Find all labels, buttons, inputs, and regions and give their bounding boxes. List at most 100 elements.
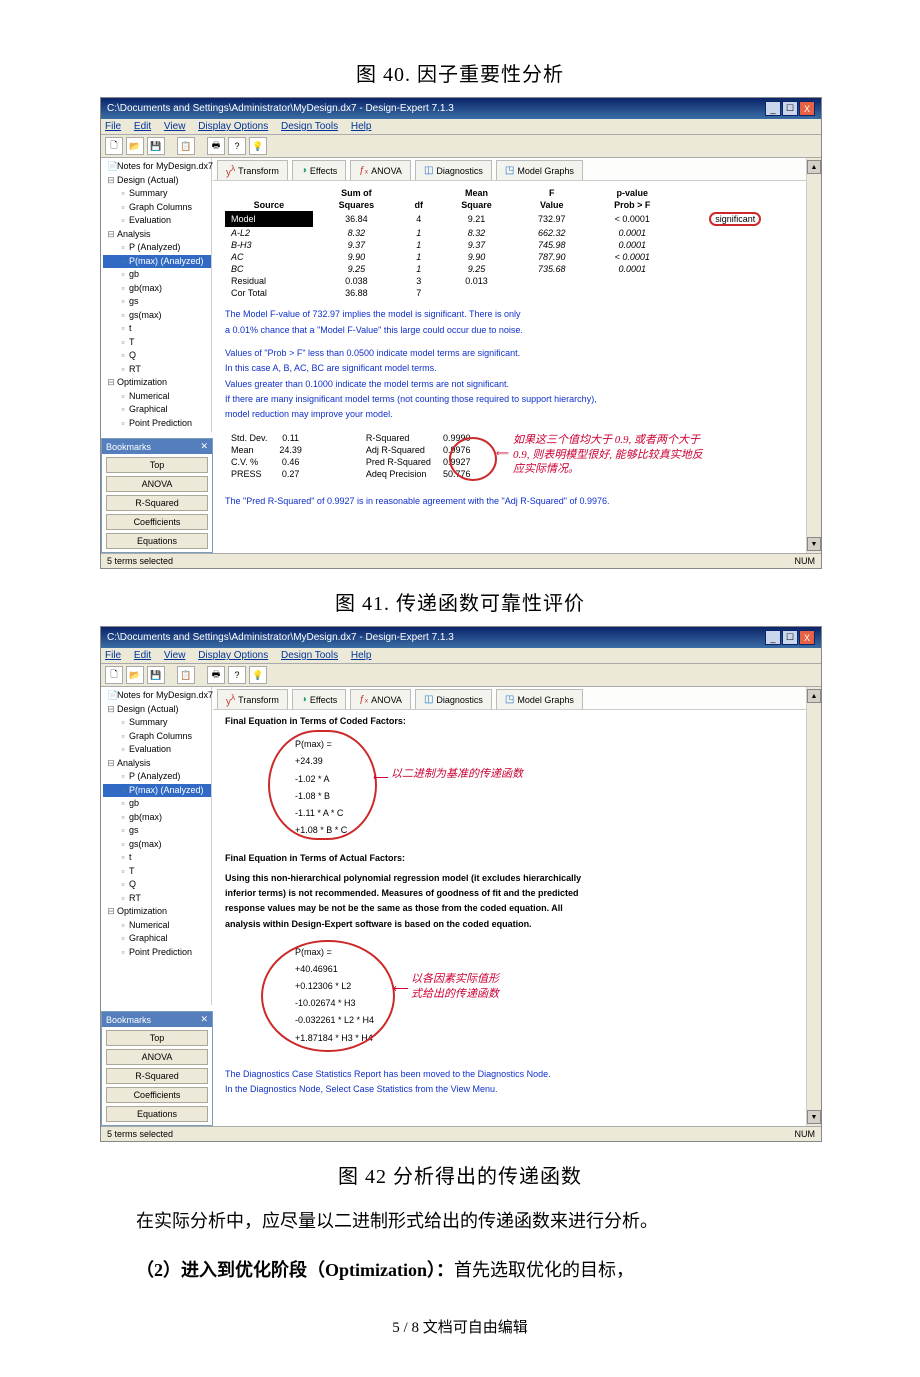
bookmark-anova[interactable]: ANOVA	[106, 476, 208, 492]
bookmark-coefficients-2[interactable]: Coefficients	[106, 1087, 208, 1103]
tree-analysis-2[interactable]: ⊟Analysis	[103, 757, 211, 771]
tree-gs-2[interactable]: ▫gs	[103, 824, 211, 838]
scroll-up-icon-2[interactable]: ▲	[807, 689, 821, 703]
tree-Q[interactable]: ▫Q	[103, 349, 211, 363]
tree-pmax-analyzed-2[interactable]: ▫P(max) (Analyzed)	[103, 784, 211, 798]
menu-help-2[interactable]: Help	[351, 650, 372, 661]
tree-design-2[interactable]: ⊟Design (Actual)	[103, 703, 211, 717]
tree-summary-2[interactable]: ▫Summary	[103, 716, 211, 730]
tree-numerical[interactable]: ▫Numerical	[103, 390, 211, 404]
tree-design[interactable]: ⊟Design (Actual)	[103, 174, 211, 188]
menu-design-tools[interactable]: Design Tools	[281, 121, 338, 132]
tab-transform-2[interactable]: yλTransform	[217, 689, 288, 709]
menu-file-2[interactable]: File	[105, 650, 121, 661]
bookmark-rsquared[interactable]: R-Squared	[106, 495, 208, 511]
tree-t-2[interactable]: ▫t	[103, 851, 211, 865]
menu-file[interactable]: File	[105, 121, 121, 132]
toolbar-copy-icon[interactable]: 📋	[177, 137, 195, 155]
minimize-button-2[interactable]: _	[765, 630, 781, 645]
toolbar-print-icon[interactable]: 🖶	[207, 137, 225, 155]
bookmark-anova-2[interactable]: ANOVA	[106, 1049, 208, 1065]
tree-gbmax[interactable]: ▫gb(max)	[103, 282, 211, 296]
toolbar-help-icon[interactable]: ?	[228, 137, 246, 155]
scroll-down-icon-2[interactable]: ▼	[807, 1110, 821, 1124]
bookmark-equations-2[interactable]: Equations	[106, 1106, 208, 1122]
tree-evaluation-2[interactable]: ▫Evaluation	[103, 743, 211, 757]
tree-evaluation[interactable]: ▫Evaluation	[103, 214, 211, 228]
tree-optimization-2[interactable]: ⊟Optimization	[103, 905, 211, 919]
tab-anova-2[interactable]: ƒₓANOVA	[350, 689, 411, 709]
tree-graphcols-2[interactable]: ▫Graph Columns	[103, 730, 211, 744]
toolbar-info-icon-2[interactable]: 💡	[249, 666, 267, 684]
tree-RT-2[interactable]: ▫RT	[103, 892, 211, 906]
tree-gb[interactable]: ▫gb	[103, 268, 211, 282]
tree-t[interactable]: ▫t	[103, 322, 211, 336]
tab-effects-2[interactable]: ◑Effects	[292, 689, 346, 709]
tree-pmax-analyzed[interactable]: ▫P(max) (Analyzed)	[103, 255, 211, 269]
tree-gb-2[interactable]: ▫gb	[103, 797, 211, 811]
scrollbar[interactable]: ▲ ▼	[806, 158, 821, 553]
scroll-up-icon[interactable]: ▲	[807, 160, 821, 174]
bookmark-top-2[interactable]: Top	[106, 1030, 208, 1046]
toolbar-print-icon-2[interactable]: 🖶	[207, 666, 225, 684]
tree-T-2[interactable]: ▫T	[103, 865, 211, 879]
tree-RT[interactable]: ▫RT	[103, 363, 211, 377]
toolbar-open-icon[interactable]: 📂	[126, 137, 144, 155]
menu-edit[interactable]: Edit	[134, 121, 151, 132]
toolbar-new-icon[interactable]: 🗋	[105, 137, 123, 155]
close-button[interactable]: X	[799, 101, 815, 116]
tree-Q-2[interactable]: ▫Q	[103, 878, 211, 892]
tab-effects[interactable]: ◑Effects	[292, 160, 346, 180]
maximize-button[interactable]: ☐	[782, 101, 798, 116]
maximize-button-2[interactable]: ☐	[782, 630, 798, 645]
tree-optimization[interactable]: ⊟Optimization	[103, 376, 211, 390]
bookmark-rsquared-2[interactable]: R-Squared	[106, 1068, 208, 1084]
menu-view[interactable]: View	[164, 121, 186, 132]
menu-design-tools-2[interactable]: Design Tools	[281, 650, 338, 661]
tree-gbmax-2[interactable]: ▫gb(max)	[103, 811, 211, 825]
toolbar-new-icon-2[interactable]: 🗋	[105, 666, 123, 684]
tree-analysis[interactable]: ⊟Analysis	[103, 228, 211, 242]
tree-gsmax-2[interactable]: ▫gs(max)	[103, 838, 211, 852]
menu-display-options-2[interactable]: Display Options	[198, 650, 268, 661]
toolbar-copy-icon-2[interactable]: 📋	[177, 666, 195, 684]
tree-graphcols[interactable]: ▫Graph Columns	[103, 201, 211, 215]
bookmark-top[interactable]: Top	[106, 457, 208, 473]
scrollbar-2[interactable]: ▲ ▼	[806, 687, 821, 1126]
tree-graphical-2[interactable]: ▫Graphical	[103, 932, 211, 946]
close-button-2[interactable]: X	[799, 630, 815, 645]
tree-notes-2[interactable]: 📄Notes for MyDesign.dx7	[103, 689, 211, 703]
tree-p-analyzed[interactable]: ▫P (Analyzed)	[103, 241, 211, 255]
tab-anova[interactable]: ƒₓANOVA	[350, 160, 411, 180]
menu-view-2[interactable]: View	[164, 650, 186, 661]
toolbar-help-icon-2[interactable]: ?	[228, 666, 246, 684]
bookmarks-close-icon-2[interactable]: ✕	[200, 1014, 208, 1025]
minimize-button[interactable]: _	[765, 101, 781, 116]
toolbar-save-icon-2[interactable]: 💾	[147, 666, 165, 684]
tree-gs[interactable]: ▫gs	[103, 295, 211, 309]
tree-gsmax[interactable]: ▫gs(max)	[103, 309, 211, 323]
tree-numerical-2[interactable]: ▫Numerical	[103, 919, 211, 933]
tab-diagnostics[interactable]: ◫Diagnostics	[415, 160, 492, 180]
tree-T[interactable]: ▫T	[103, 336, 211, 350]
tab-diagnostics-2[interactable]: ◫Diagnostics	[415, 689, 492, 709]
tree-summary[interactable]: ▫Summary	[103, 187, 211, 201]
toolbar-save-icon[interactable]: 💾	[147, 137, 165, 155]
menu-display-options[interactable]: Display Options	[198, 121, 268, 132]
menu-help[interactable]: Help	[351, 121, 372, 132]
tab-modelgraphs[interactable]: ◳Model Graphs	[496, 160, 583, 180]
menu-edit-2[interactable]: Edit	[134, 650, 151, 661]
tab-modelgraphs-2[interactable]: ◳Model Graphs	[496, 689, 583, 709]
bookmark-equations[interactable]: Equations	[106, 533, 208, 549]
bookmark-coefficients[interactable]: Coefficients	[106, 514, 208, 530]
scroll-down-icon[interactable]: ▼	[807, 537, 821, 551]
toolbar-info-icon[interactable]: 💡	[249, 137, 267, 155]
toolbar-open-icon-2[interactable]: 📂	[126, 666, 144, 684]
tree-graphical[interactable]: ▫Graphical	[103, 403, 211, 417]
tree-pointpred[interactable]: ▫Point Prediction	[103, 417, 211, 431]
tree-p-analyzed-2[interactable]: ▫P (Analyzed)	[103, 770, 211, 784]
tab-transform[interactable]: yλTransform	[217, 160, 288, 180]
bookmarks-close-icon[interactable]: ✕	[200, 441, 208, 452]
tree-notes[interactable]: 📄Notes for MyDesign.dx7	[103, 160, 211, 174]
tree-pointpred-2[interactable]: ▫Point Prediction	[103, 946, 211, 960]
